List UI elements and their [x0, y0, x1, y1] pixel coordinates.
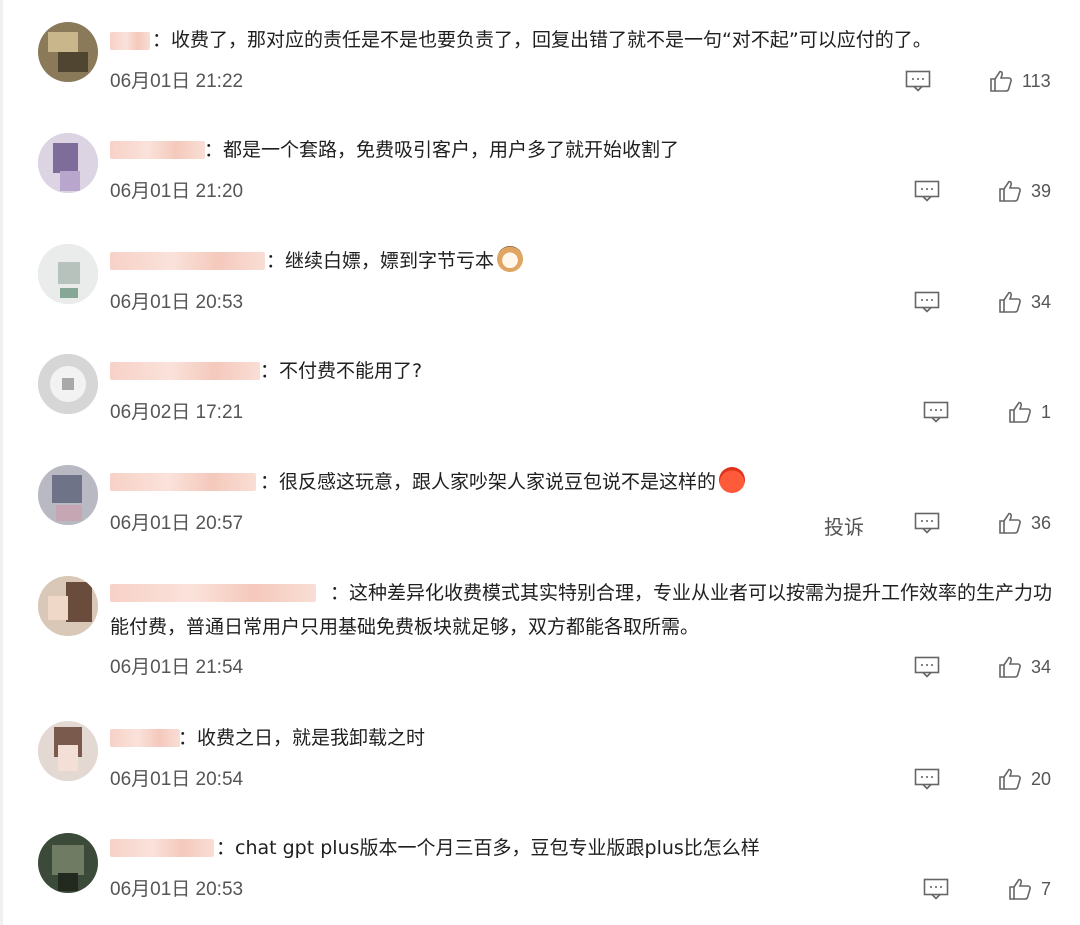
avatar[interactable]: [38, 721, 98, 781]
thumbs-up-icon[interactable]: [998, 655, 1022, 679]
comment-time: 06月01日 21:22: [110, 71, 244, 92]
comment-time: 06月01日 20:57: [110, 513, 244, 534]
comment-text: ：不付费不能用了?: [110, 354, 1060, 388]
comment-icon[interactable]: [923, 878, 949, 900]
comment-time: 06月01日 21:20: [110, 181, 244, 202]
comment-content: ：很反感这玩意，跟人家吵架人家说豆包说不是这样的: [260, 471, 717, 493]
report-button[interactable]: 投诉: [824, 511, 864, 540]
left-edge-divider: [0, 0, 3, 925]
like-count: 113: [1022, 71, 1051, 91]
like-count: 1: [1041, 402, 1052, 422]
avatar[interactable]: [38, 22, 98, 82]
comment-content: ：这种差异化收费模式其实特别合理，专业从业者可以按需为提升工作效率的生产力功能付…: [110, 582, 1053, 638]
thumbs-up-icon[interactable]: [1008, 877, 1032, 901]
comment-icon[interactable]: [914, 768, 940, 790]
avatar[interactable]: [38, 465, 98, 525]
comment-time: 06月01日 20:53: [110, 879, 244, 900]
avatar[interactable]: [38, 833, 98, 893]
angry-emoji: [719, 467, 746, 493]
thumbs-up-icon[interactable]: [998, 511, 1022, 535]
like-count: 39: [1031, 181, 1052, 201]
thumbs-up-icon[interactable]: [998, 179, 1022, 203]
comment-text: ：这种差异化收费模式其实特别合理，专业从业者可以按需为提升工作效率的生产力功能付…: [110, 576, 1060, 644]
comment-text: ：很反感这玩意，跟人家吵架人家说豆包说不是这样的: [110, 465, 1060, 499]
thumbs-up-icon[interactable]: [989, 69, 1013, 93]
comment-content: ：收费之日，就是我卸载之时: [178, 727, 426, 749]
comment-icon[interactable]: [914, 512, 940, 534]
like-count: 36: [1031, 513, 1052, 533]
comment-icon[interactable]: [923, 401, 949, 423]
comment-content: ：继续白嫖，嫖到字节亏本: [266, 250, 495, 272]
thumbs-up-icon[interactable]: [1008, 400, 1032, 424]
comment-text: ：继续白嫖，嫖到字节亏本: [110, 244, 1060, 278]
thumbs-up-icon[interactable]: [998, 290, 1022, 314]
comment-content: ：收费了，那对应的责任是不是也要负责了，回复出错了就不是一句“对不起”可以应付的…: [152, 29, 932, 51]
comment-time: 06月01日 20:54: [110, 769, 244, 790]
comment-icon[interactable]: [914, 180, 940, 202]
comment-icon[interactable]: [914, 656, 940, 678]
comment-text: ：都是一个套路，免费吸引客户，用户多了就开始收割了: [110, 133, 1060, 167]
avatar[interactable]: [38, 576, 98, 636]
comment-list: ：收费了，那对应的责任是不是也要负责了，回复出错了就不是一句“对不起”可以应付的…: [0, 0, 1080, 925]
comment-time: 06月01日 20:53: [110, 292, 244, 313]
avatar[interactable]: [38, 244, 98, 304]
comment-time: 06月01日 21:54: [110, 657, 244, 678]
comment-content: ：都是一个套路，免费吸引客户，用户多了就开始收割了: [204, 139, 680, 161]
comment-content: ：chat gpt plus版本一个月三百多，豆包专业版跟plus比怎么样: [216, 837, 760, 859]
avatar[interactable]: [38, 354, 98, 414]
avatar[interactable]: [38, 133, 98, 193]
comment-text: ：chat gpt plus版本一个月三百多，豆包专业版跟plus比怎么样: [110, 831, 1060, 865]
thumbs-up-icon[interactable]: [998, 767, 1022, 791]
comment-text: ：收费之日，就是我卸载之时: [110, 721, 1060, 755]
like-count: 7: [1041, 879, 1052, 899]
comment-time: 06月02日 17:21: [110, 402, 244, 423]
comment-icon[interactable]: [905, 70, 931, 92]
comment-content: ：不付费不能用了?: [260, 360, 423, 382]
comment-icon[interactable]: [914, 291, 940, 313]
comment-text: ：收费了，那对应的责任是不是也要负责了，回复出错了就不是一句“对不起”可以应付的…: [110, 23, 1060, 57]
cat-emoji: [497, 246, 524, 272]
like-count: 34: [1031, 292, 1052, 312]
like-count: 34: [1031, 657, 1052, 677]
like-count: 20: [1031, 769, 1052, 789]
